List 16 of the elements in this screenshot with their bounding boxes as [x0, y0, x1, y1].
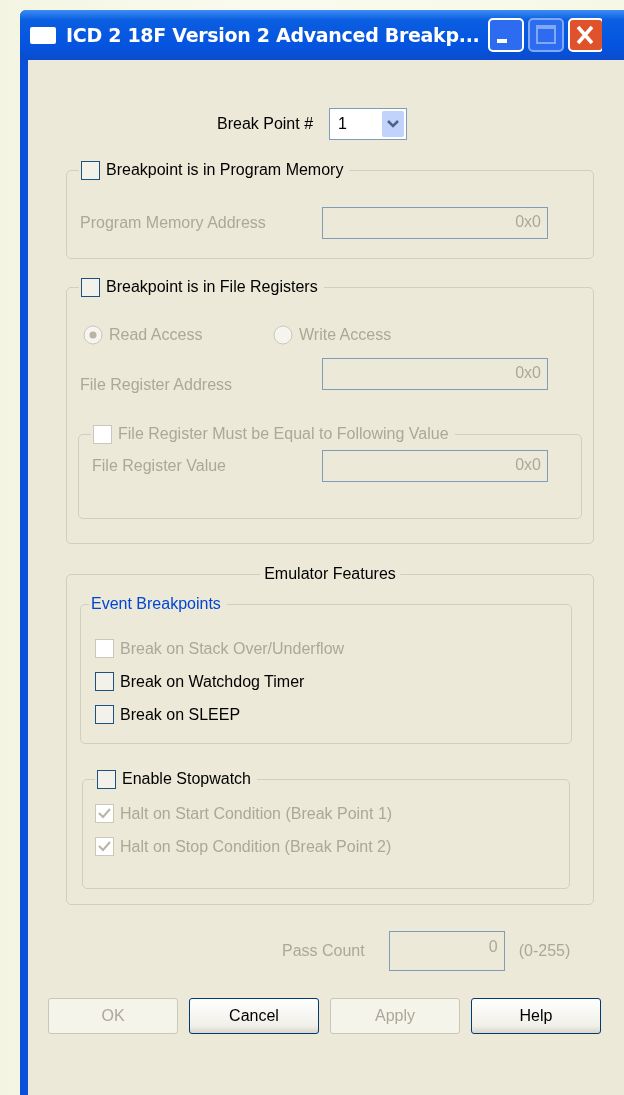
dialog-button[interactable]: Help	[471, 998, 601, 1034]
pass-count-range: (0-255)	[518, 942, 571, 960]
break-point-label: Break Point #	[217, 115, 314, 133]
file-register-address-label: File Register Address	[80, 376, 233, 394]
file-register-value-label: File Register Value	[92, 457, 226, 475]
pass-count-label: Pass Count	[282, 942, 365, 960]
maximize-button[interactable]	[527, 18, 564, 52]
dialog-button[interactable]: Cancel	[189, 998, 319, 1034]
window-title: ICD 2 18F Version 2 Advanced Breakp...	[66, 24, 480, 46]
event-checkbox[interactable]: Break on Watchdog Timer	[81, 665, 571, 698]
close-button[interactable]	[567, 18, 602, 52]
break-point-dropdown[interactable]: 1	[329, 108, 408, 140]
window-icon	[30, 26, 56, 44]
program-memory-address-label: Program Memory Address	[80, 214, 266, 232]
event-checkbox[interactable]: Break on SLEEP	[81, 698, 571, 731]
minimize-button[interactable]	[487, 18, 524, 52]
